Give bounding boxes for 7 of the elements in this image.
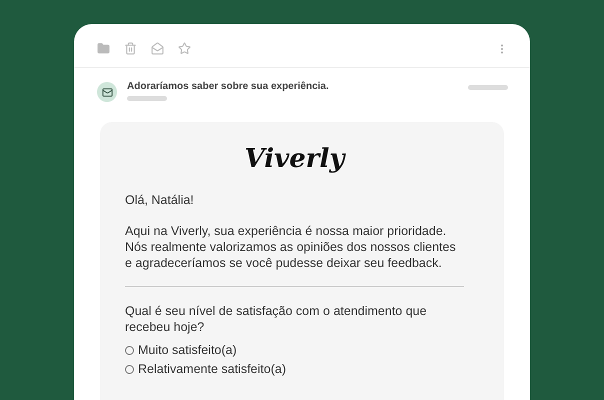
brand-logo: Viverly [244,144,347,174]
radio-option[interactable]: Muito satisfeito(a) [125,341,464,360]
message-body: Aqui na Viverly, sua experiência é nossa maior prioridade. Nós realmente valorizamos as opiniões dos nossos clientes e agradeceríamos se você pudesse deixar seu feedback. [125,223,457,271]
survey-question: Qual é seu nível de satisfação com o atendimento que recebeu hoje? [125,303,428,335]
radio-option[interactable]: Relativamente satisfeito(a) [125,360,464,379]
email-subject: Adoraríamos saber sobre sua experiência. [127,81,329,92]
greeting: Olá, Natália! [125,192,195,208]
